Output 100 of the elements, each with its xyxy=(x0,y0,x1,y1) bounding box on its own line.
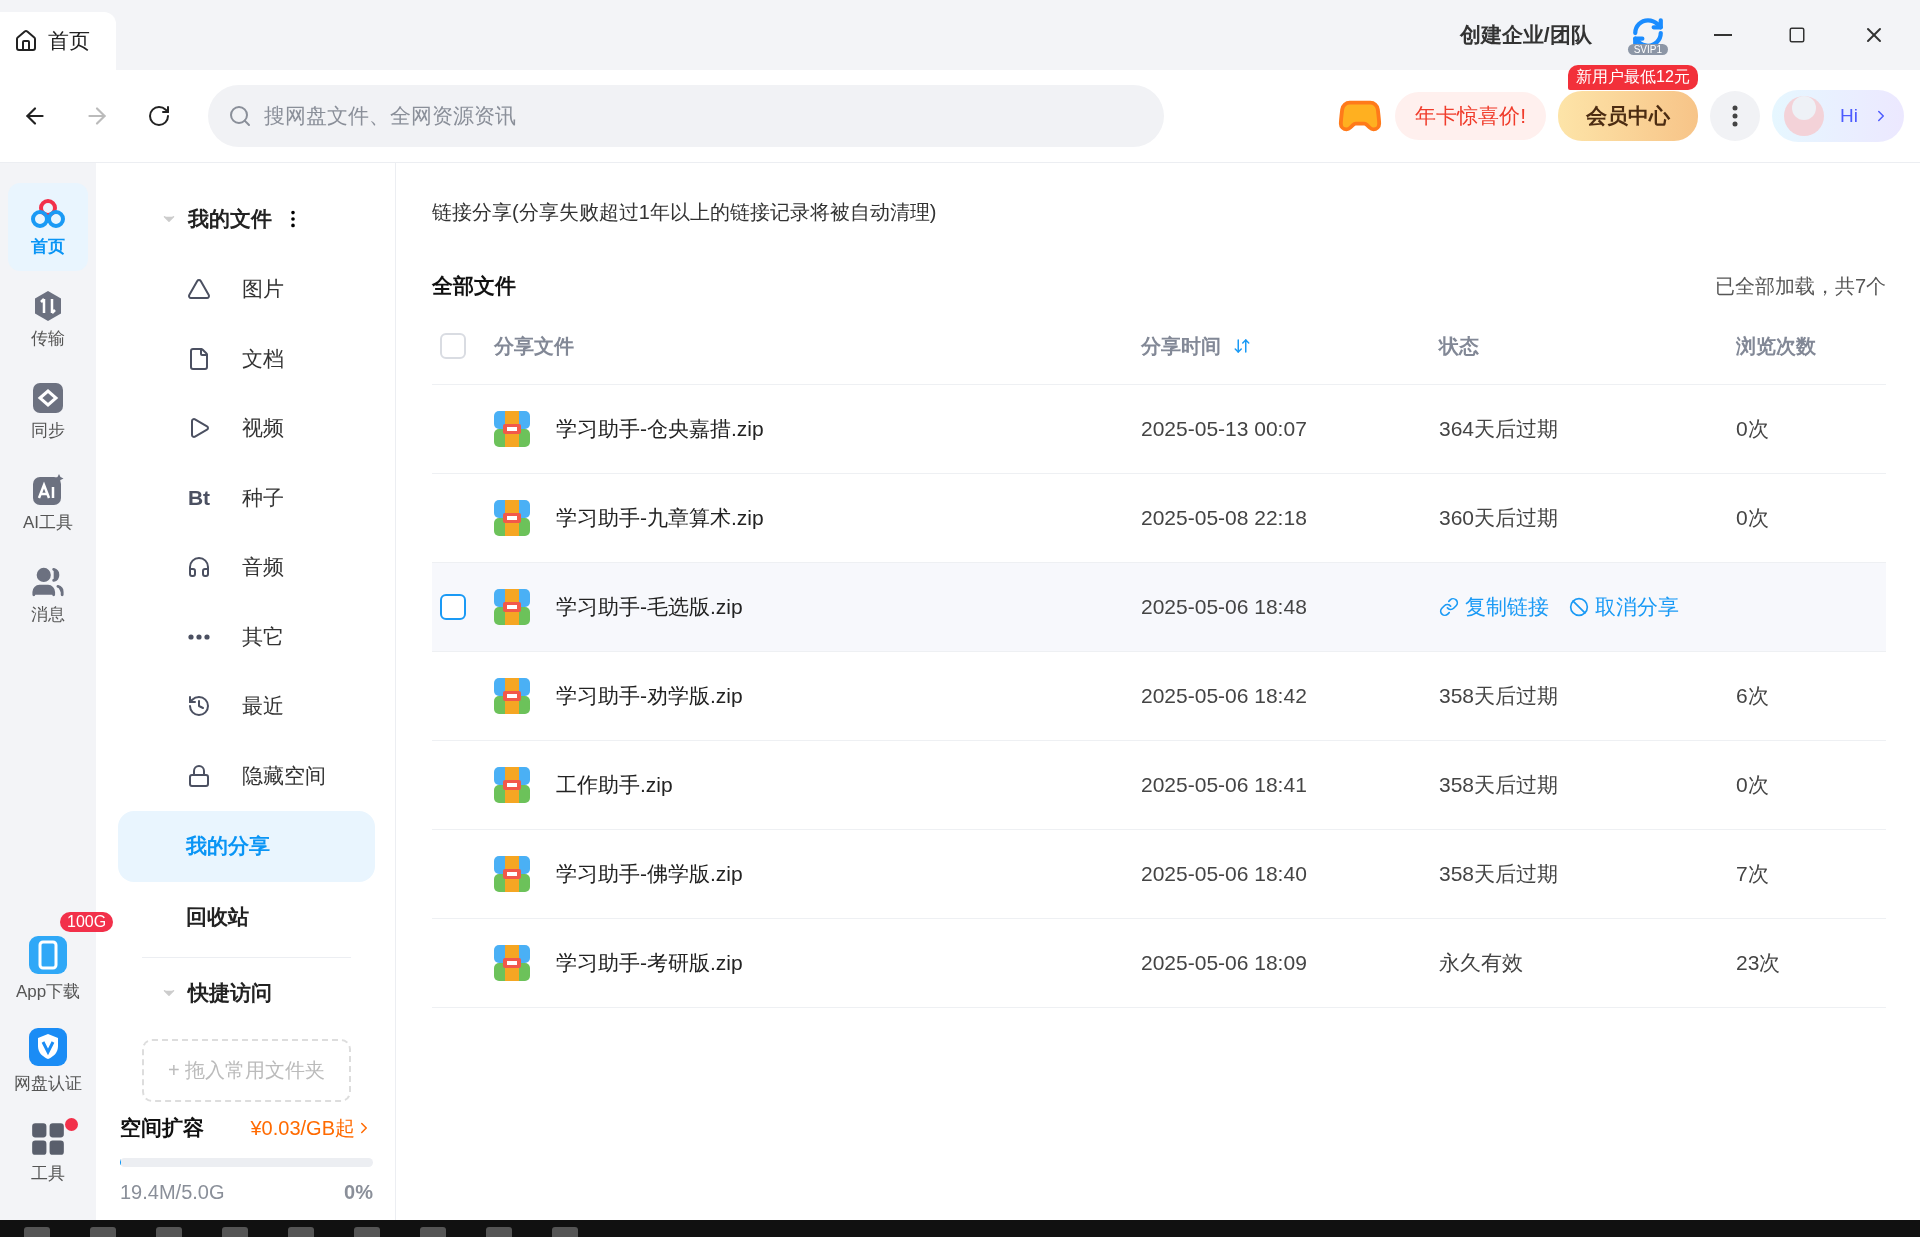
maximize-icon xyxy=(1788,26,1806,44)
share-time: 2025-05-06 18:09 xyxy=(1141,951,1308,975)
nav-item[interactable]: 音频 xyxy=(118,532,375,603)
file-row[interactable]: 工作助手.zip 2025-05-06 18:41 358天后过期 0次 xyxy=(432,741,1886,830)
view-count: 0次 xyxy=(1736,416,1770,442)
sidebar-item[interactable]: 传输 xyxy=(8,275,88,363)
taskbar-icon[interactable] xyxy=(156,1227,182,1237)
view-count: 23次 xyxy=(1736,950,1782,976)
share-time: 2025-05-06 18:41 xyxy=(1141,773,1308,797)
ai-icon xyxy=(31,472,65,507)
zip-file-icon xyxy=(494,678,530,714)
zip-file-icon xyxy=(494,500,530,536)
column-header: 浏览次数 xyxy=(1736,333,1817,359)
sidebar-item[interactable]: 同步 xyxy=(8,367,88,455)
nav-item[interactable]: 视频 xyxy=(118,393,375,463)
nav-item[interactable]: 隐藏空间 xyxy=(118,741,375,811)
share-status: 360天后过期 xyxy=(1439,505,1560,531)
dots-icon xyxy=(188,633,210,640)
assistant-button[interactable]: Hi xyxy=(1772,90,1904,142)
promo-tag: 新用户最低12元 xyxy=(1568,65,1698,90)
file-name: 工作助手.zip xyxy=(556,772,673,798)
cancel-icon xyxy=(1569,597,1589,617)
share-time: 2025-05-06 18:42 xyxy=(1141,684,1308,708)
sidebar-item[interactable]: 网盘认证 xyxy=(12,1016,84,1104)
file-row[interactable]: 学习助手-仓央嘉措.zip 2025-05-13 00:07 364天后过期 0次 xyxy=(432,385,1886,474)
taskbar-icon[interactable] xyxy=(90,1227,116,1237)
search-icon xyxy=(228,104,252,128)
shield-icon xyxy=(27,1025,69,1068)
file-name: 学习助手-劝学版.zip xyxy=(556,683,743,709)
search-field[interactable]: 搜网盘文件、全网资源资讯 xyxy=(208,85,1164,147)
zip-file-icon xyxy=(494,767,530,803)
zip-file-icon xyxy=(494,945,530,981)
phone-icon xyxy=(27,933,69,976)
share-time: 2025-05-13 00:07 xyxy=(1141,417,1308,441)
taskbar-icon[interactable] xyxy=(354,1227,380,1237)
promo-button[interactable]: 年卡惊喜价! xyxy=(1395,92,1547,140)
taskbar-icon[interactable] xyxy=(288,1227,314,1237)
share-time: 2025-05-08 22:18 xyxy=(1141,506,1308,530)
file-row[interactable]: 学习助手-佛学版.zip 2025-05-06 18:40 358天后过期 7次 xyxy=(432,830,1886,919)
file-row[interactable]: 学习助手-考研版.zip 2025-05-06 18:09 永久有效 23次 xyxy=(432,919,1886,1008)
headphones-icon xyxy=(187,555,211,580)
mountain-icon xyxy=(187,277,211,302)
file-name: 学习助手-考研版.zip xyxy=(556,950,743,976)
storage-badge: 100G xyxy=(60,912,114,932)
share-status: 358天后过期 xyxy=(1439,683,1560,709)
file-row[interactable]: 学习助手-劝学版.zip 2025-05-06 18:42 358天后过期 6次 xyxy=(432,652,1886,741)
column-header[interactable]: 分享时间 xyxy=(1141,332,1439,360)
select-all-checkbox[interactable] xyxy=(440,333,466,359)
taskbar-icon[interactable] xyxy=(486,1227,512,1237)
view-count: 0次 xyxy=(1736,772,1770,798)
row-checkbox[interactable] xyxy=(440,594,466,620)
file-name: 学习助手-仓央嘉措.zip xyxy=(556,416,764,442)
refresh-icon xyxy=(147,104,171,128)
bt-label: Bt xyxy=(187,485,211,510)
minimize-icon xyxy=(1714,34,1732,36)
sidebar-item[interactable]: 消息 xyxy=(8,551,88,639)
share-status: 永久有效 xyxy=(1439,950,1524,976)
view-count: 7次 xyxy=(1736,861,1770,887)
taskbar-icon[interactable] xyxy=(24,1227,50,1237)
notice-text: 链接分享(分享失败超过1年以上的链接记录将被自动清理) xyxy=(432,200,938,225)
nav-item[interactable]: 回收站 xyxy=(118,881,375,953)
nav-item[interactable]: Bt 种子 xyxy=(118,462,375,533)
file-name: 学习助手-九章算术.zip xyxy=(556,505,764,531)
nav-item[interactable]: 文档 xyxy=(118,323,375,394)
share-time: 2025-05-06 18:40 xyxy=(1141,862,1308,886)
sidebar-item[interactable]: 工具 xyxy=(12,1108,84,1196)
storage-used: 19.4M/5.0G xyxy=(120,1181,225,1204)
more-icon xyxy=(1732,105,1739,127)
lock-icon xyxy=(187,763,211,788)
taskbar-icon[interactable] xyxy=(552,1227,578,1237)
home-tab[interactable]: 首页 xyxy=(0,12,116,70)
view-count: 6次 xyxy=(1736,683,1770,709)
cloud-icon xyxy=(31,196,65,231)
storage-percent: 0% xyxy=(344,1181,373,1204)
file-name: 学习助手-毛选版.zip xyxy=(556,594,743,620)
share-status: 364天后过期 xyxy=(1439,416,1560,442)
nav-item[interactable]: 图片 xyxy=(118,254,375,324)
zip-file-icon xyxy=(494,856,530,892)
zip-file-icon xyxy=(494,411,530,447)
nav-item[interactable]: 最近 xyxy=(118,671,375,742)
history-icon xyxy=(187,694,211,719)
view-count: 0次 xyxy=(1736,505,1770,531)
storage-title: 空间扩容 xyxy=(120,1115,204,1142)
share-status: 358天后过期 xyxy=(1439,772,1560,798)
nav-item[interactable]: 其它 xyxy=(118,602,375,672)
group-title[interactable]: 快捷访问 xyxy=(188,979,272,1008)
sidebar-item[interactable]: AI工具 xyxy=(8,459,88,547)
more-button[interactable] xyxy=(1710,91,1761,141)
create-team-link[interactable]: 创建企业/团队 xyxy=(1459,21,1592,49)
taskbar-icon[interactable] xyxy=(420,1227,446,1237)
file-row[interactable]: 学习助手-毛选版.zip 2025-05-06 18:48 复制链接 取消分享 xyxy=(432,563,1886,652)
group-title[interactable]: 我的文件 xyxy=(188,204,272,233)
sort-icon[interactable] xyxy=(1233,337,1251,355)
zip-file-icon xyxy=(494,589,530,625)
document-icon xyxy=(187,346,211,371)
taskbar-icon[interactable] xyxy=(222,1227,248,1237)
section-title: 全部文件 xyxy=(432,273,516,299)
member-center-button[interactable]: 会员中心 xyxy=(1558,91,1699,141)
mascot-icon xyxy=(1782,94,1827,138)
link-icon xyxy=(1439,597,1459,617)
